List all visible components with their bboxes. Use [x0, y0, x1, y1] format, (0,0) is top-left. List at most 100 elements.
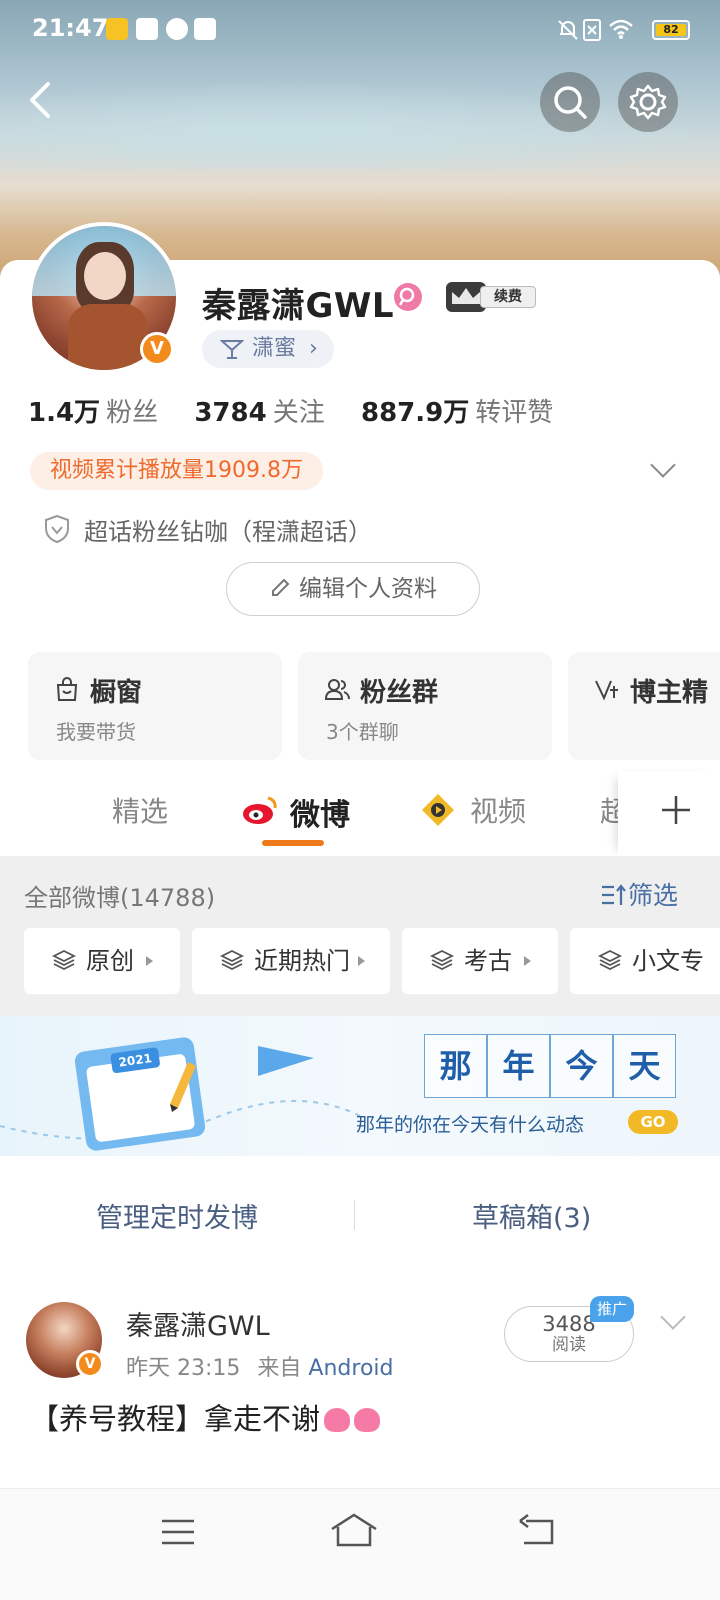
post-content[interactable]: 【养号教程】拿走不谢	[30, 1396, 381, 1438]
chevron-right-icon: ›	[309, 336, 318, 361]
chip-archaeology[interactable]: 考古	[402, 928, 558, 994]
promote-tag[interactable]: 推广	[590, 1296, 634, 1322]
video-eye-icon	[422, 794, 454, 826]
feature-card-shop[interactable]: 橱窗 我要带货	[28, 652, 282, 760]
feature-subtitle: 3个群聊	[326, 720, 399, 744]
menu-icon[interactable]	[158, 1515, 198, 1549]
following-label: 关注	[272, 398, 325, 428]
chip-original[interactable]: 原创	[24, 928, 180, 994]
post-meta: 昨天 23:15 来自 Android	[126, 1350, 393, 1382]
pencil-icon	[272, 578, 290, 596]
shield-icon	[45, 514, 69, 544]
title-char: 那	[424, 1034, 487, 1098]
on-this-day-subtitle: 那年的你在今天有什么动态	[356, 1114, 585, 1136]
manage-row: 管理定时发博 草稿箱(3)	[0, 1176, 720, 1252]
weibo-notif-icon	[106, 18, 128, 40]
fan-badge-text[interactable]: 超话粉丝钻咖（程潇超话）	[84, 512, 372, 547]
layers-icon	[598, 949, 622, 971]
back-nav-icon[interactable]	[516, 1513, 560, 1551]
avatar-face	[84, 252, 126, 300]
search-icon	[554, 86, 587, 119]
chip-small-article[interactable]: 小文专	[570, 928, 720, 994]
cocktail-icon	[220, 340, 244, 359]
chip-label: 小文专	[632, 947, 704, 975]
layers-icon	[52, 949, 76, 971]
search-button[interactable]	[540, 72, 600, 132]
feature-title: 橱窗	[90, 678, 143, 708]
followers-stat[interactable]: 1.4万 粉丝	[28, 398, 186, 428]
add-tab-button[interactable]	[618, 772, 720, 856]
settings-button[interactable]	[618, 72, 678, 132]
chip-label: 原创	[86, 947, 134, 975]
mute-icon	[558, 20, 578, 40]
title-char: 天	[613, 1034, 676, 1098]
go-button[interactable]: GO	[628, 1110, 678, 1134]
tab-featured[interactable]: 精选	[112, 790, 168, 830]
layers-icon	[220, 949, 244, 971]
filter-icon	[602, 884, 626, 905]
followers-count: 1.4万	[28, 398, 101, 428]
feature-title: 博主精	[630, 678, 709, 708]
system-nav-bar	[0, 1488, 720, 1600]
vip-renew-badge[interactable]: 续费	[446, 282, 538, 312]
vip-renew-label: 续费	[480, 286, 536, 308]
video-plays-pill[interactable]: 视频累计播放量1909.8万	[30, 452, 323, 490]
divider	[354, 1200, 355, 1230]
status-time: 21:47	[32, 14, 109, 42]
likes-stat[interactable]: 887.9万 转评赞	[361, 398, 581, 428]
title-char: 今	[550, 1034, 613, 1098]
fan-tag-pill[interactable]: 潇蜜 ›	[202, 330, 334, 368]
caret-right-icon	[146, 956, 153, 966]
heart-emoji-icon	[354, 1408, 381, 1432]
filter-label: 筛选	[628, 881, 679, 910]
post-text: 【养号教程】拿走不谢	[30, 1402, 321, 1436]
chip-label: 近期热门	[254, 947, 350, 975]
profile-stats: 1.4万 粉丝 3784 关注 887.9万 转评赞	[28, 392, 581, 432]
all-weibo-count: 全部微博(14788)	[24, 884, 216, 912]
wifi-icon	[609, 19, 633, 39]
member-badge-icon[interactable]	[394, 283, 422, 311]
following-stat[interactable]: 3784 关注	[194, 398, 352, 428]
on-this-day-title: 那 年 今 天	[424, 1034, 676, 1098]
cover-sea	[0, 80, 720, 170]
edit-profile-button[interactable]: 编辑个人资料	[226, 562, 480, 616]
drafts-button[interactable]: 草稿箱(3)	[472, 1196, 591, 1235]
filter-button[interactable]: 筛选	[600, 876, 678, 912]
tab-video[interactable]: 视频	[470, 790, 526, 830]
caret-right-icon	[524, 956, 531, 966]
weibo-logo-icon	[243, 796, 277, 824]
post-author[interactable]: 秦露潇GWL	[126, 1304, 270, 1343]
feature-subtitle: 我要带货	[56, 720, 136, 744]
home-icon[interactable]	[328, 1511, 380, 1551]
post-source-prefix: 来自	[257, 1356, 302, 1381]
sim-off-icon	[583, 19, 601, 41]
paper-plane-icon	[258, 1046, 314, 1076]
group-icon	[324, 679, 350, 700]
feature-card-creator[interactable]: 博主精	[568, 652, 720, 760]
likes-count: 887.9万	[361, 398, 470, 428]
chip-recent-hot[interactable]: 近期热门	[192, 928, 390, 994]
post-time: 昨天 23:15	[126, 1356, 241, 1381]
fan-tag-label: 潇蜜	[252, 336, 297, 361]
heart-emoji-icon	[324, 1408, 351, 1432]
battery-icon: 82	[652, 20, 690, 40]
following-count: 3784	[194, 398, 267, 428]
post-source: Android	[308, 1356, 394, 1381]
play-icon	[166, 18, 188, 40]
book-icon	[136, 18, 158, 40]
avatar-body	[68, 304, 148, 370]
scheduled-posts-button[interactable]: 管理定时发博	[96, 1196, 258, 1235]
feature-title: 粉丝群	[360, 678, 439, 708]
layers-icon	[430, 949, 454, 971]
profile-name: 秦露潇GWL	[202, 286, 395, 326]
verified-badge-icon: V	[76, 1350, 104, 1378]
card-icon	[194, 18, 216, 40]
verified-badge-icon: V	[140, 332, 174, 366]
profile-tabs: 精选 微博 视频 超	[0, 772, 720, 856]
pencil-deco-icon	[170, 1062, 196, 1112]
followers-label: 粉丝	[106, 398, 159, 428]
tab-weibo[interactable]: 微博	[290, 790, 350, 834]
feature-card-fan-group[interactable]: 粉丝群 3个群聊	[298, 652, 552, 760]
back-arrow-icon[interactable]	[22, 78, 62, 122]
edit-profile-label: 编辑个人资料	[299, 576, 437, 602]
